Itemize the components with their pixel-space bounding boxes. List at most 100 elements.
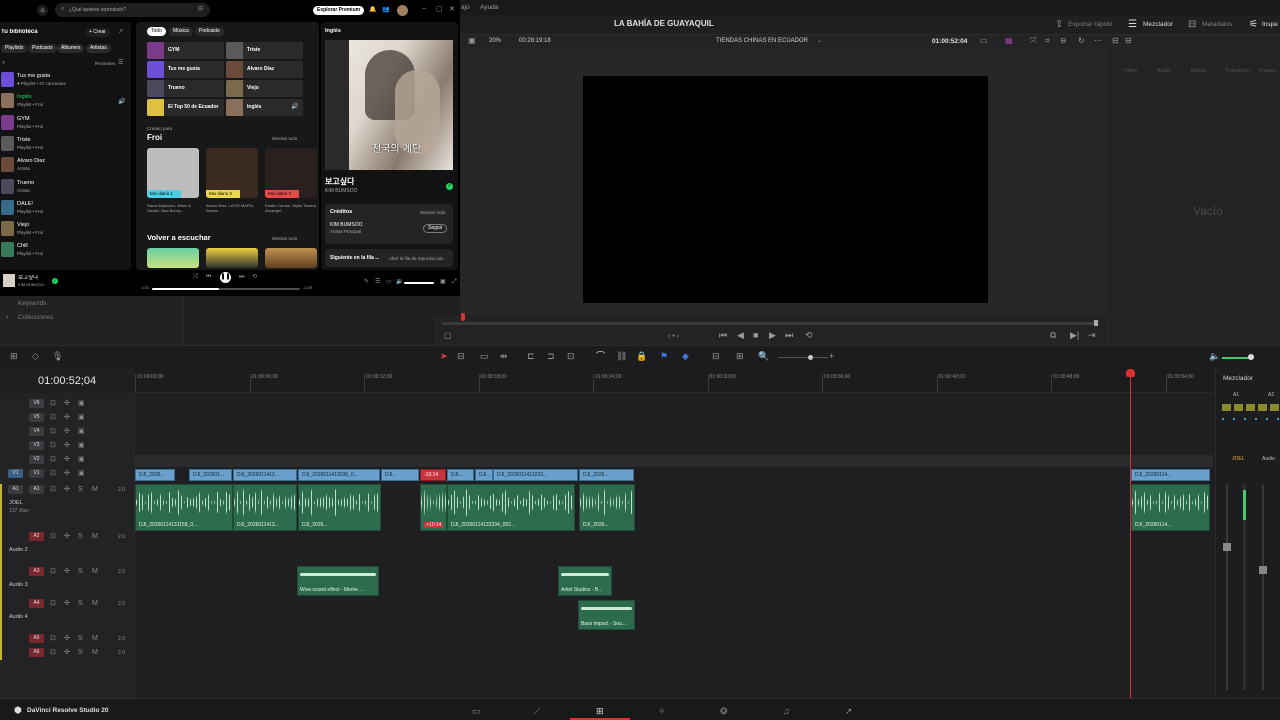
- timeline-playhead[interactable]: [1130, 370, 1131, 698]
- more-icon[interactable]: ⋯: [1094, 37, 1102, 45]
- lock-track-icon[interactable]: ⊡: [50, 486, 56, 493]
- video-clip[interactable]: -10:14: [420, 469, 446, 481]
- source-patch-v1[interactable]: V1: [8, 469, 23, 478]
- cut-page-icon[interactable]: ⟋: [534, 706, 540, 717]
- fusion-page-icon[interactable]: ✧: [658, 706, 666, 717]
- audio-clip[interactable]: DJI_2026...: [579, 484, 635, 531]
- media-page-icon[interactable]: ▭: [472, 706, 481, 717]
- search-input[interactable]: ¿Qué quieres reproducir?: [69, 7, 126, 13]
- dual-panel-icon[interactable]: ⊟: [1125, 37, 1132, 45]
- color-tag-icon[interactable]: ▤: [1005, 37, 1013, 45]
- source-patch-a1[interactable]: A1: [8, 485, 23, 494]
- move-track-icon[interactable]: ✣: [64, 600, 70, 607]
- sfx-clip[interactable]: Artist Studios - B...: [558, 566, 612, 596]
- audio-clip[interactable]: +10:14: [420, 484, 447, 531]
- fairlight-page-icon[interactable]: ♫: [783, 706, 790, 716]
- listen-again-card-3[interactable]: [265, 248, 317, 268]
- menu-item-workspace[interactable]: ajo: [461, 4, 470, 11]
- create-button[interactable]: + Crear: [85, 28, 110, 37]
- track-label-a5[interactable]: A5: [29, 634, 44, 643]
- playhead-marker[interactable]: [461, 313, 465, 321]
- color-page-icon[interactable]: ❂: [720, 706, 728, 717]
- volume-icon[interactable]: 🔉: [396, 279, 403, 285]
- track-height-icon[interactable]: ◇: [32, 352, 39, 361]
- viewer-options-icon[interactable]: ▭: [980, 37, 988, 45]
- credits-show-all[interactable]: Mostrar todo: [420, 210, 445, 215]
- lock-track-icon[interactable]: ⊡: [50, 400, 56, 407]
- metadata-icon[interactable]: ⊟: [1188, 20, 1196, 30]
- lock-track-icon[interactable]: ⊡: [50, 470, 56, 477]
- now-playing-title[interactable]: 보고싶다: [325, 177, 354, 187]
- inspector-icon[interactable]: ⚟: [1249, 20, 1258, 30]
- repeat-icon[interactable]: ⟲: [252, 274, 257, 280]
- deliver-page-icon[interactable]: ➚: [845, 706, 853, 717]
- chevron-down-icon[interactable]: ⌄: [817, 38, 822, 44]
- zoom-detail-icon[interactable]: ⊞: [736, 352, 744, 361]
- solo-button[interactable]: S: [78, 533, 83, 540]
- marker-icon[interactable]: ◆: [682, 352, 689, 361]
- track-label-v3[interactable]: V3: [29, 441, 44, 450]
- skip-end-icon[interactable]: ⏭: [785, 331, 793, 340]
- mix-card[interactable]: Mix diario 1: [147, 148, 199, 198]
- pause-icon[interactable]: ❚❚: [220, 272, 231, 283]
- video-clip[interactable]: DJI_2026...: [135, 469, 175, 481]
- quick-tile[interactable]: Viejo: [226, 80, 303, 97]
- filter-podcasts[interactable]: Podcasts: [28, 44, 57, 53]
- track-label-a2[interactable]: A2: [29, 532, 44, 541]
- saved-check-icon[interactable]: ✓: [446, 183, 453, 190]
- zoom-slider-handle[interactable]: [808, 355, 813, 360]
- chevron-right-icon[interactable]: ›: [6, 314, 8, 321]
- move-track-icon[interactable]: ✣: [64, 400, 70, 407]
- library-item[interactable]: Trueno Artista: [0, 177, 130, 197]
- next-icon[interactable]: ⏭: [239, 274, 244, 280]
- zoom-in-icon[interactable]: +: [829, 352, 834, 361]
- link-icon[interactable]: ⊖: [1060, 37, 1067, 45]
- list-view-icon[interactable]: ☰: [118, 60, 123, 66]
- tab-todo[interactable]: Todo: [147, 27, 166, 36]
- video-clip[interactable]: DJI_2026011413233...: [493, 469, 578, 481]
- lock-icon[interactable]: 🔒: [636, 352, 647, 361]
- skip-start-icon[interactable]: ⏮: [719, 331, 727, 340]
- section-title-froi[interactable]: Froi: [147, 133, 162, 143]
- zoom-level[interactable]: 20%: [489, 38, 501, 44]
- mute-button[interactable]: M: [92, 533, 98, 540]
- replace-clip-icon[interactable]: ⊡: [567, 352, 575, 361]
- solo-button[interactable]: S: [78, 649, 83, 656]
- trim-tool-icon[interactable]: ⊟: [457, 352, 465, 361]
- track-label-v5[interactable]: V5: [29, 413, 44, 422]
- avatar[interactable]: [397, 5, 408, 16]
- microphone-icon[interactable]: 🎙: [52, 352, 63, 361]
- move-track-icon[interactable]: ✣: [64, 649, 70, 656]
- track-name[interactable]: Audio 3: [9, 582, 28, 588]
- video-toggle-icon[interactable]: ▣: [78, 428, 85, 435]
- viewer-layout-icon[interactable]: ▣: [468, 37, 476, 45]
- sfx-clip[interactable]: Bass Impact - Sou...: [578, 600, 635, 630]
- lock-track-icon[interactable]: ⊡: [50, 568, 56, 575]
- move-track-icon[interactable]: ✣: [64, 533, 70, 540]
- match-frame-icon[interactable]: ⧉: [1050, 331, 1056, 340]
- mixer-button[interactable]: Mezclador: [1143, 21, 1173, 28]
- quick-tile[interactable]: Trueno: [147, 80, 224, 97]
- track-label-v1[interactable]: V1: [29, 469, 44, 478]
- mix-card[interactable]: Mix diario 3: [265, 148, 317, 198]
- track-volume[interactable]: 2.0: [118, 636, 125, 642]
- video-clip[interactable]: DJI...: [475, 469, 493, 481]
- video-clip[interactable]: DJI_2026011413...: [233, 469, 297, 481]
- quick-tile[interactable]: GYM: [147, 42, 224, 59]
- lock-track-icon[interactable]: ⊡: [50, 442, 56, 449]
- export-icon[interactable]: ⇪: [1055, 20, 1063, 30]
- track-label-a3[interactable]: A3: [29, 567, 44, 576]
- show-all-link-2[interactable]: Mostrar todo: [272, 236, 297, 241]
- lock-track-icon[interactable]: ⊡: [50, 456, 56, 463]
- video-clip[interactable]: DJI...: [447, 469, 474, 481]
- shuffle-icon[interactable]: ⤮: [193, 274, 198, 280]
- menu-item-help[interactable]: Ayuda: [480, 4, 498, 11]
- audio-clip[interactable]: DJI_2026...: [298, 484, 381, 531]
- lock-track-icon[interactable]: ⊡: [50, 635, 56, 642]
- quick-tile[interactable]: El Top 50 de Ecuador: [147, 99, 224, 116]
- tab-podcasts[interactable]: Podcasts: [195, 27, 224, 36]
- stop-icon[interactable]: ■: [753, 331, 758, 340]
- timeline-view-icon[interactable]: ⊞: [10, 352, 18, 361]
- browse-icon[interactable]: ⊟: [198, 6, 203, 12]
- track-volume[interactable]: 2.0: [118, 569, 125, 575]
